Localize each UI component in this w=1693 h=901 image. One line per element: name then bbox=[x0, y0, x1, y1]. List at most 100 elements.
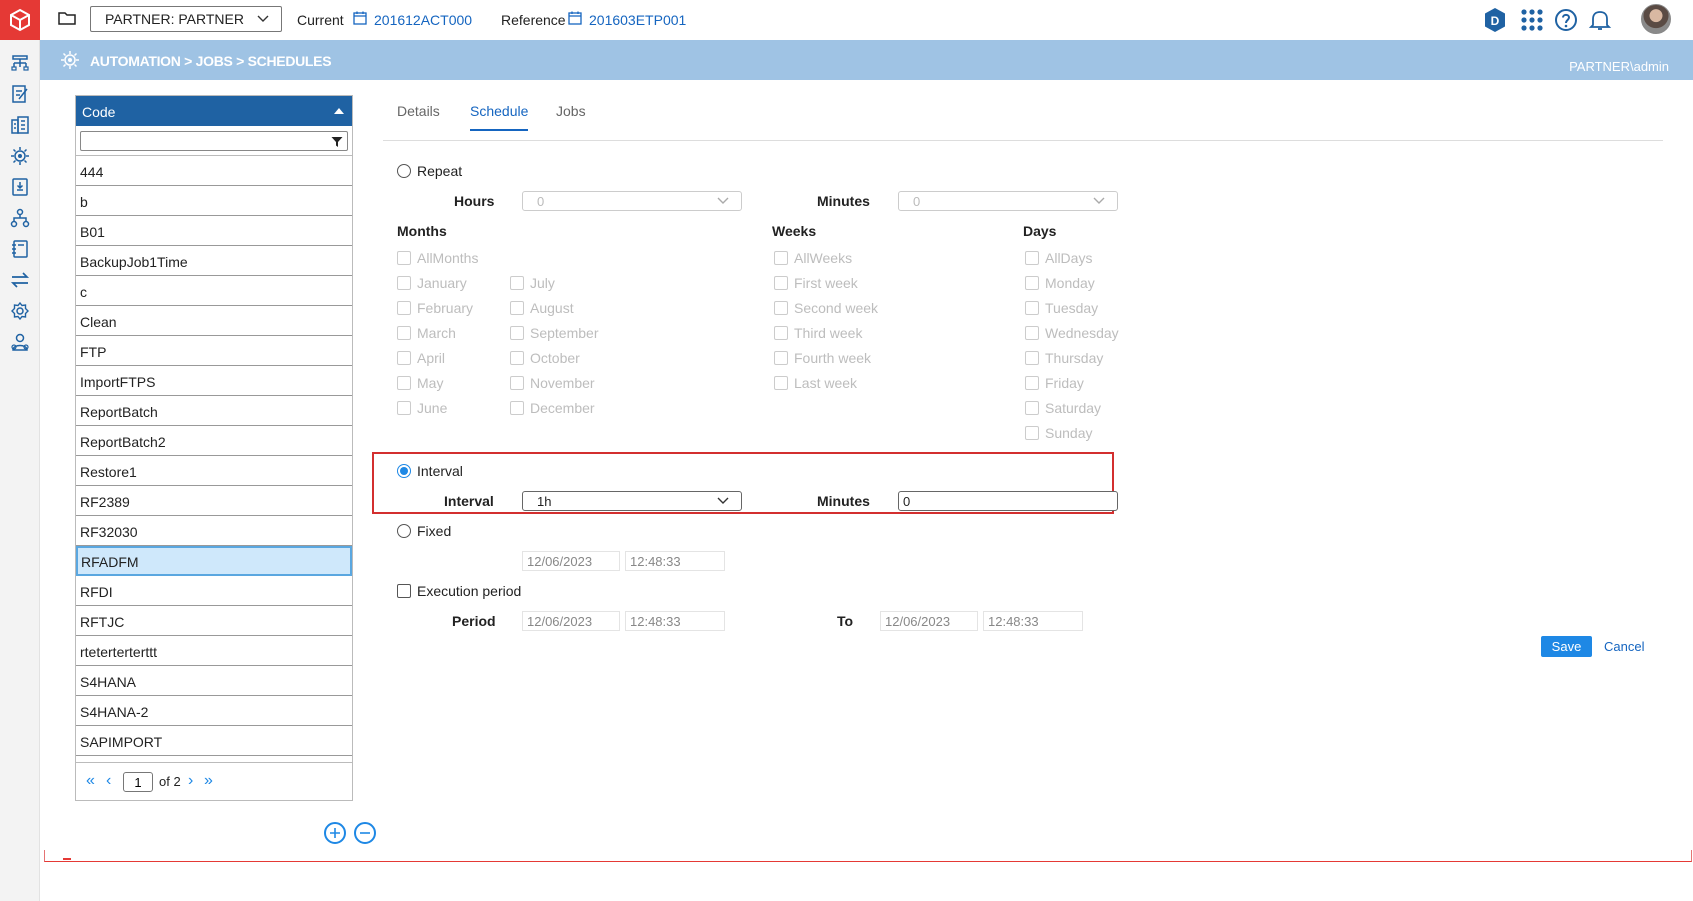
interval-select[interactable]: 1h bbox=[522, 491, 742, 511]
list-item[interactable]: RFADFM bbox=[76, 546, 352, 576]
bell-icon[interactable] bbox=[1586, 6, 1614, 34]
list-item[interactable]: S4HANA-2 bbox=[76, 696, 352, 726]
list-item[interactable]: RF32030 bbox=[76, 516, 352, 546]
d-badge-icon[interactable]: D bbox=[1481, 6, 1509, 34]
filter-icon[interactable] bbox=[331, 136, 343, 148]
interval-option-label: Interval bbox=[417, 463, 463, 479]
tab-jobs[interactable]: Jobs bbox=[556, 103, 586, 129]
app-logo[interactable] bbox=[0, 0, 40, 40]
hours-select-value: 0 bbox=[537, 194, 545, 209]
users-icon[interactable] bbox=[9, 331, 31, 353]
month-january-checkbox[interactable] bbox=[397, 276, 411, 290]
next-page-icon[interactable]: › bbox=[188, 773, 193, 789]
all-days-checkbox[interactable] bbox=[1025, 251, 1039, 265]
add-button[interactable] bbox=[324, 822, 346, 844]
settings-icon[interactable] bbox=[9, 300, 31, 322]
help-icon[interactable] bbox=[1552, 6, 1580, 34]
day-wednesday-checkbox[interactable] bbox=[1025, 326, 1039, 340]
fixed-time-input[interactable]: 12:48:33 bbox=[625, 551, 725, 571]
week-first-week-checkbox[interactable] bbox=[774, 276, 788, 290]
list-item[interactable]: b bbox=[76, 186, 352, 216]
list-item[interactable]: ImportFTPS bbox=[76, 366, 352, 396]
repeat-radio[interactable] bbox=[397, 164, 411, 178]
tab-schedule[interactable]: Schedule bbox=[470, 103, 529, 131]
edit-document-icon[interactable] bbox=[9, 83, 31, 105]
month-june-checkbox[interactable] bbox=[397, 401, 411, 415]
list-item[interactable]: B01 bbox=[76, 216, 352, 246]
apps-grid-icon[interactable] bbox=[1518, 6, 1546, 34]
week-second-week-checkbox[interactable] bbox=[774, 301, 788, 315]
save-button[interactable]: Save bbox=[1541, 636, 1592, 657]
list-item[interactable]: BackupJob1Time bbox=[76, 246, 352, 276]
interval-minutes-input[interactable]: 0 bbox=[898, 491, 1118, 511]
day-friday-checkbox[interactable] bbox=[1025, 376, 1039, 390]
day-tuesday-checkbox[interactable] bbox=[1025, 301, 1039, 315]
list-item[interactable]: RF2389 bbox=[76, 486, 352, 516]
partner-select[interactable]: PARTNER: PARTNER bbox=[90, 6, 282, 32]
previous-page-icon[interactable]: ‹ bbox=[106, 773, 111, 789]
fixed-radio[interactable] bbox=[397, 524, 411, 538]
cancel-button[interactable]: Cancel bbox=[1604, 639, 1644, 654]
week-fourth-week-checkbox[interactable] bbox=[774, 351, 788, 365]
code-filter-input[interactable] bbox=[80, 131, 348, 151]
report-icon[interactable] bbox=[9, 176, 31, 198]
transfer-icon[interactable] bbox=[9, 269, 31, 291]
first-page-icon[interactable]: « bbox=[86, 773, 95, 789]
list-item[interactable]: rteterterterttt bbox=[76, 636, 352, 666]
list-item[interactable]: Restore1 bbox=[76, 456, 352, 486]
user-avatar[interactable] bbox=[1641, 4, 1671, 34]
month-april-checkbox[interactable] bbox=[397, 351, 411, 365]
folder-icon[interactable] bbox=[58, 10, 76, 29]
day-thursday-checkbox[interactable] bbox=[1025, 351, 1039, 365]
period-to-date-input[interactable]: 12/06/2023 bbox=[880, 611, 978, 631]
code-column-header[interactable]: Code bbox=[76, 96, 352, 126]
all-months-checkbox[interactable] bbox=[397, 251, 411, 265]
day-monday-checkbox[interactable] bbox=[1025, 276, 1039, 290]
current-period-link[interactable]: 201612ACT000 bbox=[374, 12, 472, 28]
reference-period-link[interactable]: 201603ETP001 bbox=[589, 12, 686, 28]
month-march-checkbox[interactable] bbox=[397, 326, 411, 340]
remove-button[interactable] bbox=[354, 822, 376, 844]
month-september-checkbox[interactable] bbox=[510, 326, 524, 340]
sort-ascending-icon[interactable] bbox=[334, 108, 344, 114]
list-item[interactable]: RFTJC bbox=[76, 606, 352, 636]
page-number-input[interactable] bbox=[123, 772, 153, 792]
month-october-checkbox[interactable] bbox=[510, 351, 524, 365]
repeat-minutes-select[interactable]: 0 bbox=[898, 191, 1118, 211]
list-item[interactable]: 444 bbox=[76, 156, 352, 186]
month-august-checkbox[interactable] bbox=[510, 301, 524, 315]
month-july-checkbox[interactable] bbox=[510, 276, 524, 290]
month-december-checkbox[interactable] bbox=[510, 401, 524, 415]
month-may-checkbox[interactable] bbox=[397, 376, 411, 390]
list-item[interactable]: ReportBatch bbox=[76, 396, 352, 426]
network-icon[interactable] bbox=[9, 207, 31, 229]
list-item[interactable]: c bbox=[76, 276, 352, 306]
month-november-checkbox[interactable] bbox=[510, 376, 524, 390]
hours-select[interactable]: 0 bbox=[522, 191, 742, 211]
list-item[interactable]: SAPIMPORT bbox=[76, 726, 352, 756]
list-item[interactable]: Clean bbox=[76, 306, 352, 336]
all-weeks-checkbox[interactable] bbox=[774, 251, 788, 265]
execution-period-checkbox[interactable] bbox=[397, 584, 411, 598]
building-icon[interactable] bbox=[9, 114, 31, 136]
month-february-checkbox[interactable] bbox=[397, 301, 411, 315]
panel-bottom-border bbox=[44, 850, 1692, 862]
fixed-date-input[interactable]: 12/06/2023 bbox=[522, 551, 620, 571]
day-saturday-checkbox[interactable] bbox=[1025, 401, 1039, 415]
last-page-icon[interactable]: » bbox=[204, 773, 213, 789]
period-to-time-input[interactable]: 12:48:33 bbox=[983, 611, 1083, 631]
list-item[interactable]: FTP bbox=[76, 336, 352, 366]
week-third-week-checkbox[interactable] bbox=[774, 326, 788, 340]
interval-radio[interactable] bbox=[397, 464, 411, 478]
list-item[interactable]: RFDI bbox=[76, 576, 352, 606]
period-from-time-input[interactable]: 12:48:33 bbox=[625, 611, 725, 631]
automation-gear-icon[interactable] bbox=[9, 145, 31, 167]
week-last-week-checkbox[interactable] bbox=[774, 376, 788, 390]
period-from-date-input[interactable]: 12/06/2023 bbox=[522, 611, 620, 631]
hierarchy-icon[interactable] bbox=[9, 52, 31, 74]
list-item[interactable]: ReportBatch2 bbox=[76, 426, 352, 456]
list-item[interactable]: S4HANA bbox=[76, 666, 352, 696]
notebook-icon[interactable] bbox=[9, 238, 31, 260]
day-sunday-checkbox[interactable] bbox=[1025, 426, 1039, 440]
tab-details[interactable]: Details bbox=[397, 103, 440, 129]
